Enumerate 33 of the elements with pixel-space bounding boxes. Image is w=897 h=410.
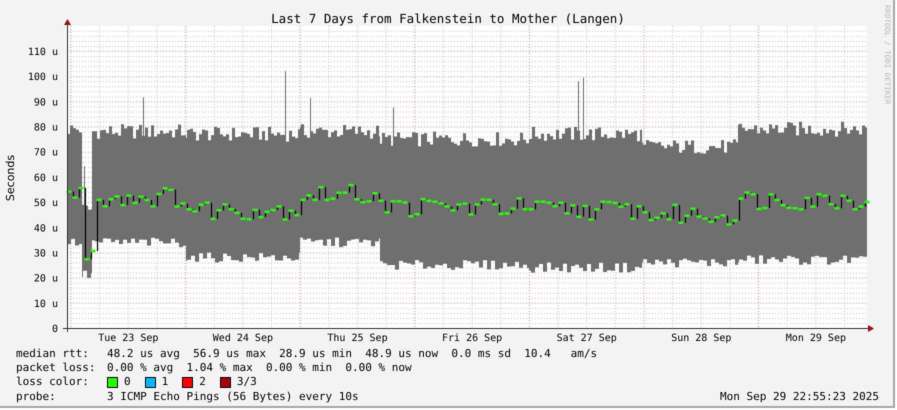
legend-value: 2 [199,375,206,390]
x-axis-tick: Thu 25 Sep [327,333,388,344]
legend-value: 3/3 [236,375,257,390]
y-axis-tick: 10 u [34,298,58,310]
x-axis-tick: Sat 27 Sep [556,333,617,344]
legend-value: 0 [124,375,131,390]
x-axis-tick: Tue 23 Sep [98,333,158,344]
y-axis-tick: 70 u [34,148,58,159]
x-axis-tick: Sun 28 Sep [671,333,732,344]
y-axis-tick: 40 u [34,223,58,234]
x-axis-tick: Fri 26 Sep [442,333,502,344]
y-axis-tick: 30 u [34,248,58,260]
legend-label: probe: [16,390,57,404]
legend-value: 0.00 % avg 1.04 % max 0.00 % min 0.00 % now [107,361,412,376]
y-axis-tick: 90 u [34,97,58,108]
legend-label: packet loss: [16,361,96,376]
timestamp: Mon Sep 29 22:55:23 2025 [720,390,879,404]
y-axis-tick: 20 u [34,274,58,285]
x-axis-tick: Wed 24 Sep [212,333,273,344]
y-axis-tick: 80 u [34,122,58,134]
legend-label: median rtt: [16,347,90,362]
legend-value: 1 [162,375,168,390]
y-axis-tick: 110 u [28,47,58,58]
legend-value: 3 ICMP Echo Pings (56 Bytes) every 10s [107,390,359,404]
legend-value: 48.2 us avg 56.9 us max 28.9 us min 48.9 us now 0.0 ms sd 10.4 am/s [107,347,598,362]
x-axis-tick: Mon 29 Sep [786,333,846,344]
y-axis-tick: 60 u [34,172,58,184]
y-axis-tick: 50 u [34,198,58,210]
y-axis-tick: 100 u [28,72,58,84]
legend-label: loss color: [16,375,90,390]
axis-label: Seconds [4,154,17,202]
y-axis-tick: 0 [52,324,58,335]
graph-title: Last 7 Days from Falkenstein to Mother (Langen) [271,11,625,26]
